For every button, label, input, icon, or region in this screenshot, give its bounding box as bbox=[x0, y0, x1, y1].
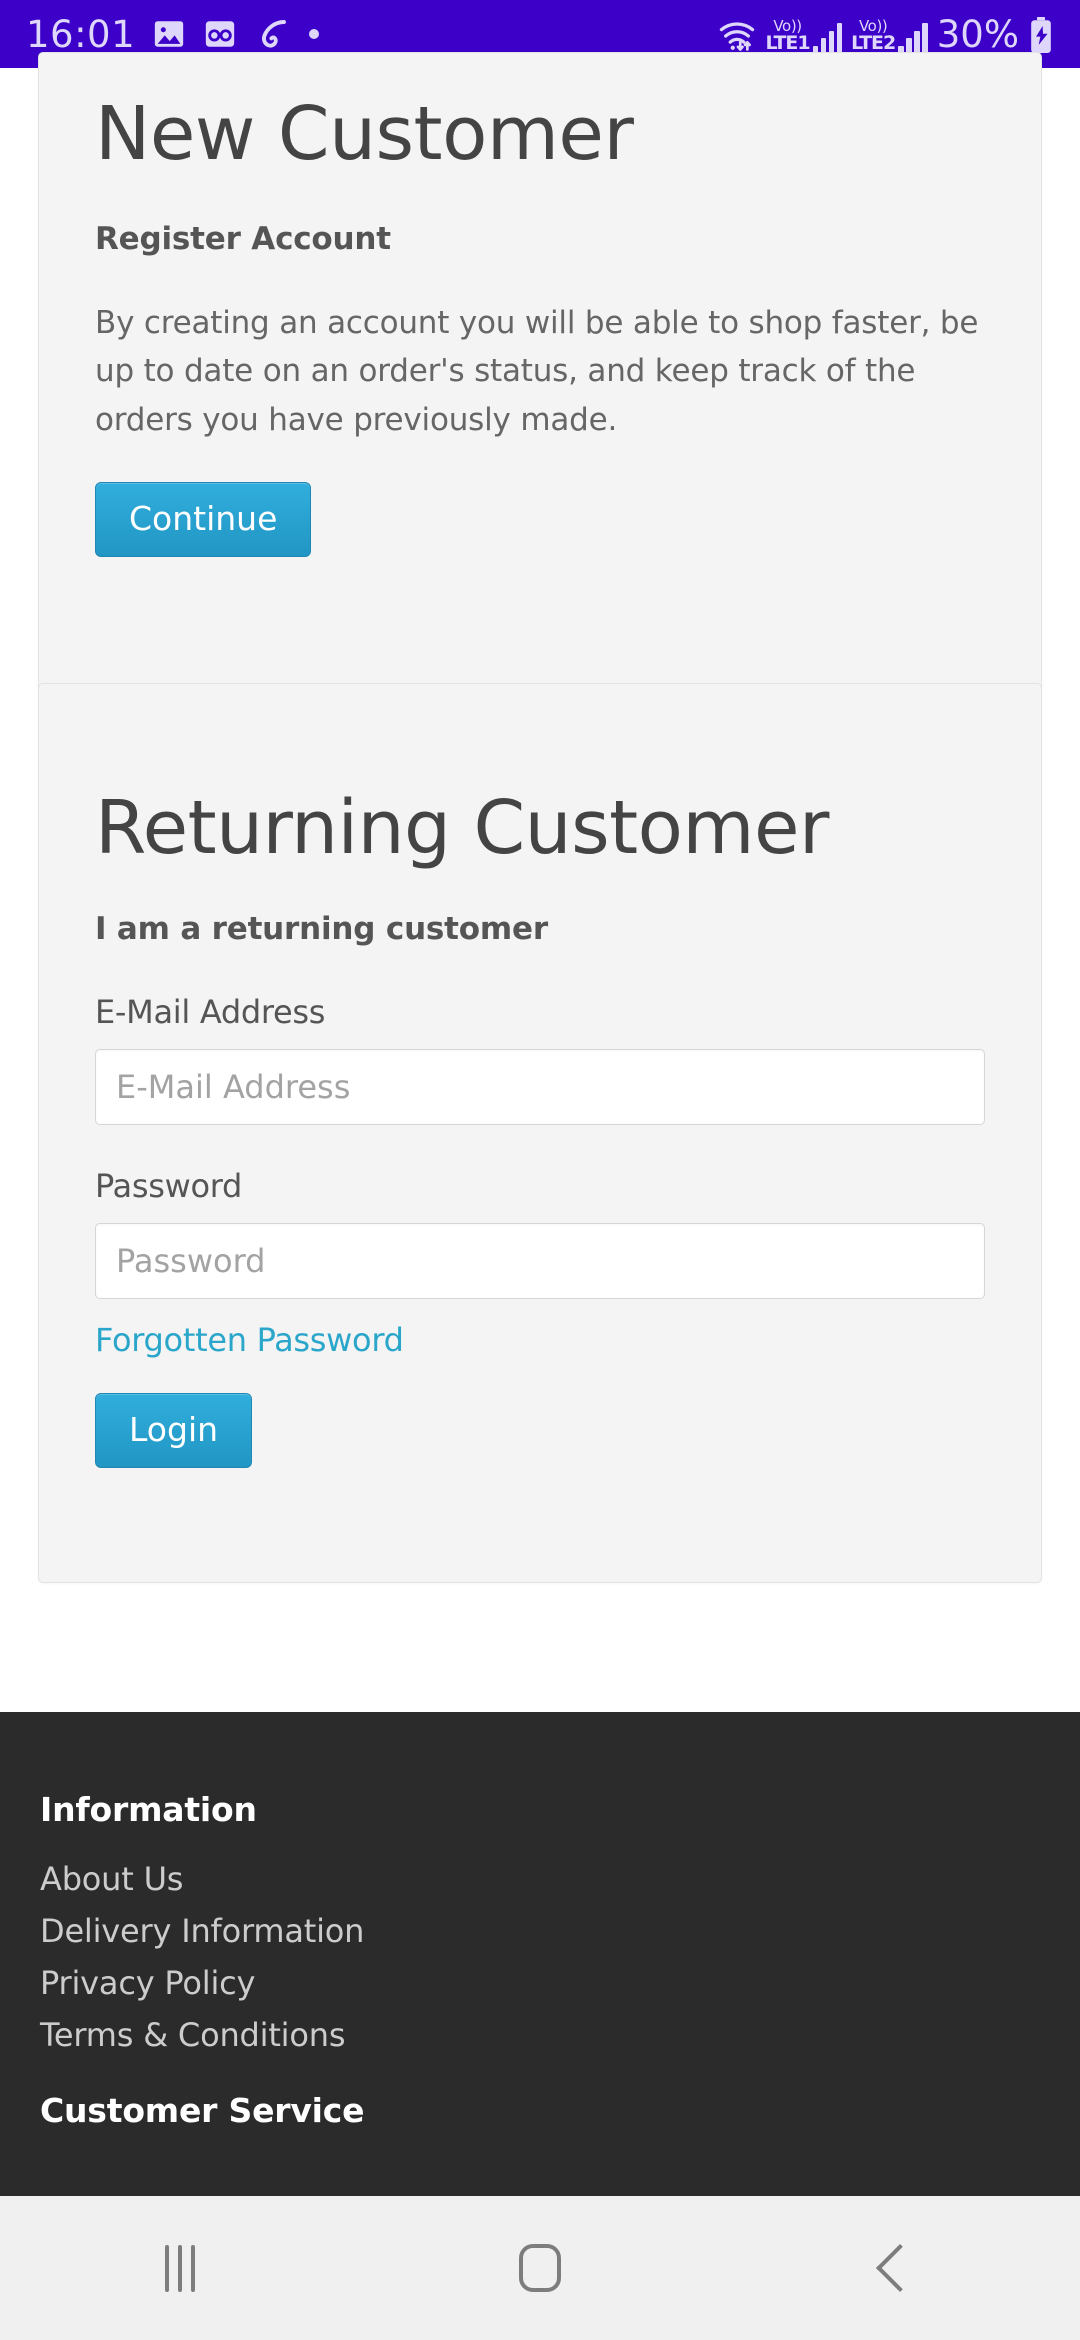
wifi-updown-icon bbox=[717, 19, 757, 53]
password-input[interactable] bbox=[95, 1222, 985, 1299]
returning-customer-card: Returning Customer I am a returning cust… bbox=[38, 683, 1042, 1583]
login-button-row: Login bbox=[95, 1392, 985, 1468]
returning-customer-card-body: Returning Customer I am a returning cust… bbox=[39, 684, 1041, 1468]
register-account-subtitle: Register Account bbox=[95, 220, 391, 257]
new-customer-title: New Customer bbox=[95, 91, 634, 177]
status-bar-clock: 16:01 bbox=[26, 12, 136, 56]
home-button[interactable] bbox=[465, 2196, 615, 2340]
email-input[interactable] bbox=[95, 1048, 985, 1125]
recents-button[interactable] bbox=[105, 2196, 255, 2340]
password-label: Password bbox=[95, 1166, 243, 1205]
airtel-swirl-icon bbox=[254, 16, 290, 52]
site-footer: Information About Us Delivery Informatio… bbox=[0, 1712, 1080, 2196]
sim1-volte-label: Vo)) LTE1 bbox=[765, 18, 811, 54]
footer-customer-service-heading: Customer Service bbox=[40, 2091, 365, 2130]
email-label: E-Mail Address bbox=[95, 992, 326, 1031]
android-navigation-bar bbox=[0, 2196, 1080, 2340]
back-icon bbox=[875, 2243, 925, 2293]
sim1-signal-bars-icon bbox=[812, 22, 843, 53]
returning-customer-title: Returning Customer bbox=[95, 785, 829, 871]
footer-information-heading: Information bbox=[40, 1790, 257, 1829]
dot-indicator-icon bbox=[309, 29, 320, 39]
forgotten-password-link[interactable]: Forgotten Password bbox=[95, 1321, 404, 1359]
back-button[interactable] bbox=[825, 2196, 975, 2340]
voicemail-icon bbox=[203, 17, 237, 51]
sim2-volte-label: Vo)) LTE2 bbox=[851, 18, 896, 54]
phone-screen: 16:01 Vo)) LTE1 Vo)) LTE2 30% New Custom… bbox=[0, 0, 1080, 2340]
login-button[interactable]: Login bbox=[95, 1392, 253, 1468]
sim2-signal: Vo)) LTE2 bbox=[851, 18, 928, 54]
new-customer-card-body: New Customer Register Account By creatin… bbox=[39, 53, 1041, 557]
footer-link-terms-conditions[interactable]: Terms & Conditions bbox=[40, 2016, 1040, 2054]
returning-customer-subtitle: I am a returning customer bbox=[95, 910, 548, 947]
footer-information-links: About Us Delivery Information Privacy Po… bbox=[40, 1860, 1040, 2054]
image-icon bbox=[152, 17, 186, 51]
recents-icon bbox=[165, 2244, 195, 2292]
status-bar-right: Vo)) LTE1 Vo)) LTE2 30% bbox=[717, 16, 1055, 53]
battery-charging-icon bbox=[1028, 16, 1054, 53]
sim1-signal: Vo)) LTE1 bbox=[765, 18, 843, 54]
footer-link-about-us[interactable]: About Us bbox=[40, 1860, 1040, 1898]
home-icon bbox=[519, 2244, 561, 2292]
sim2-signal-bars-icon bbox=[898, 22, 928, 53]
status-bar-left: 16:01 bbox=[26, 12, 320, 56]
footer-link-privacy-policy[interactable]: Privacy Policy bbox=[40, 1964, 1040, 2002]
continue-button[interactable]: Continue bbox=[95, 481, 312, 557]
sim1-lte-text: LTE1 bbox=[765, 31, 811, 54]
sim2-lte-text: LTE2 bbox=[851, 31, 896, 54]
battery-percent-text: 30% bbox=[936, 12, 1019, 56]
register-account-description: By creating an account you will be able … bbox=[95, 304, 979, 438]
footer-link-delivery-information[interactable]: Delivery Information bbox=[40, 1912, 1040, 1950]
new-customer-card: New Customer Register Account By creatin… bbox=[38, 52, 1042, 692]
page-content: New Customer Register Account By creatin… bbox=[0, 52, 1080, 1712]
